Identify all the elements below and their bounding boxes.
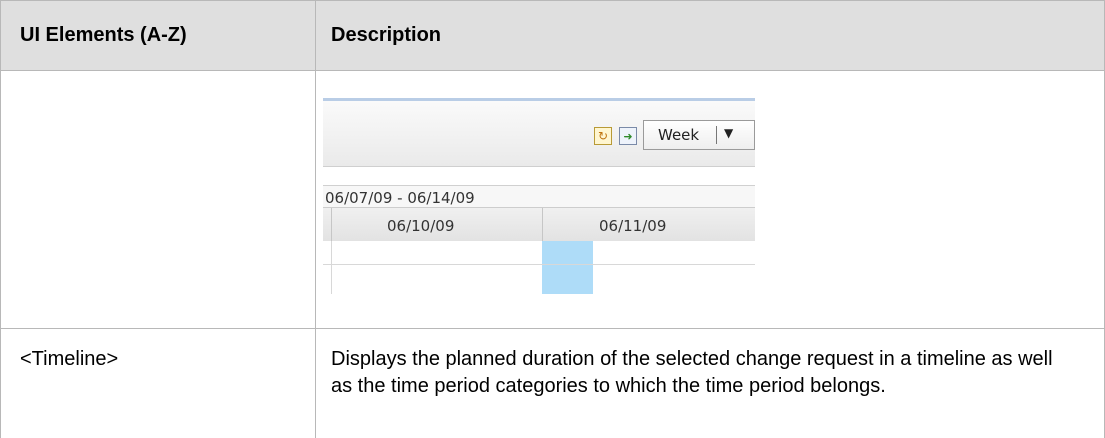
table-border-left (0, 0, 1, 438)
view-scale-select[interactable]: Week ▼ (643, 120, 755, 150)
timeline-grid (323, 241, 755, 294)
date-column-divider (331, 208, 332, 242)
ui-element-name: <Timeline> (20, 348, 119, 370)
column-header-ui-elements: UI Elements (A-Z) (20, 24, 187, 46)
export-icon[interactable]: ➜ (619, 127, 637, 145)
date-column-divider (542, 208, 543, 242)
combo-separator (716, 126, 717, 144)
date-range-label: 06/07/09 - 06/14/09 (325, 189, 475, 207)
current-day-highlight (542, 241, 593, 294)
timeline-toolbar: ↻ ➜ Week ▼ (323, 101, 755, 167)
grid-row-line (323, 264, 755, 265)
date-header-cell: 06/11/09 (599, 217, 667, 235)
column-divider (315, 0, 316, 438)
grid-column-line (331, 241, 332, 294)
refresh-icon[interactable]: ↻ (594, 127, 612, 145)
timeline-screenshot: ↻ ➜ Week ▼ 06/07/09 - 06/14/09 06/10/09 … (323, 98, 755, 294)
header-divider (0, 70, 1105, 71)
column-header-description: Description (331, 24, 442, 46)
date-header-row: 06/10/09 06/11/09 (323, 207, 755, 243)
toolbar-spacer (323, 167, 755, 185)
date-header-cell: 06/10/09 (387, 217, 455, 235)
table-border-top (0, 0, 1105, 1)
chevron-down-icon[interactable]: ▼ (724, 126, 733, 140)
row-divider (0, 328, 1105, 329)
ui-element-description: Displays the planned duration of the sel… (331, 348, 1053, 397)
ui-elements-table: UI Elements (A-Z) Description ↻ ➜ Week ▼… (0, 0, 1105, 438)
view-scale-value: Week (658, 126, 700, 144)
date-range-row: 06/07/09 - 06/14/09 (323, 185, 755, 208)
